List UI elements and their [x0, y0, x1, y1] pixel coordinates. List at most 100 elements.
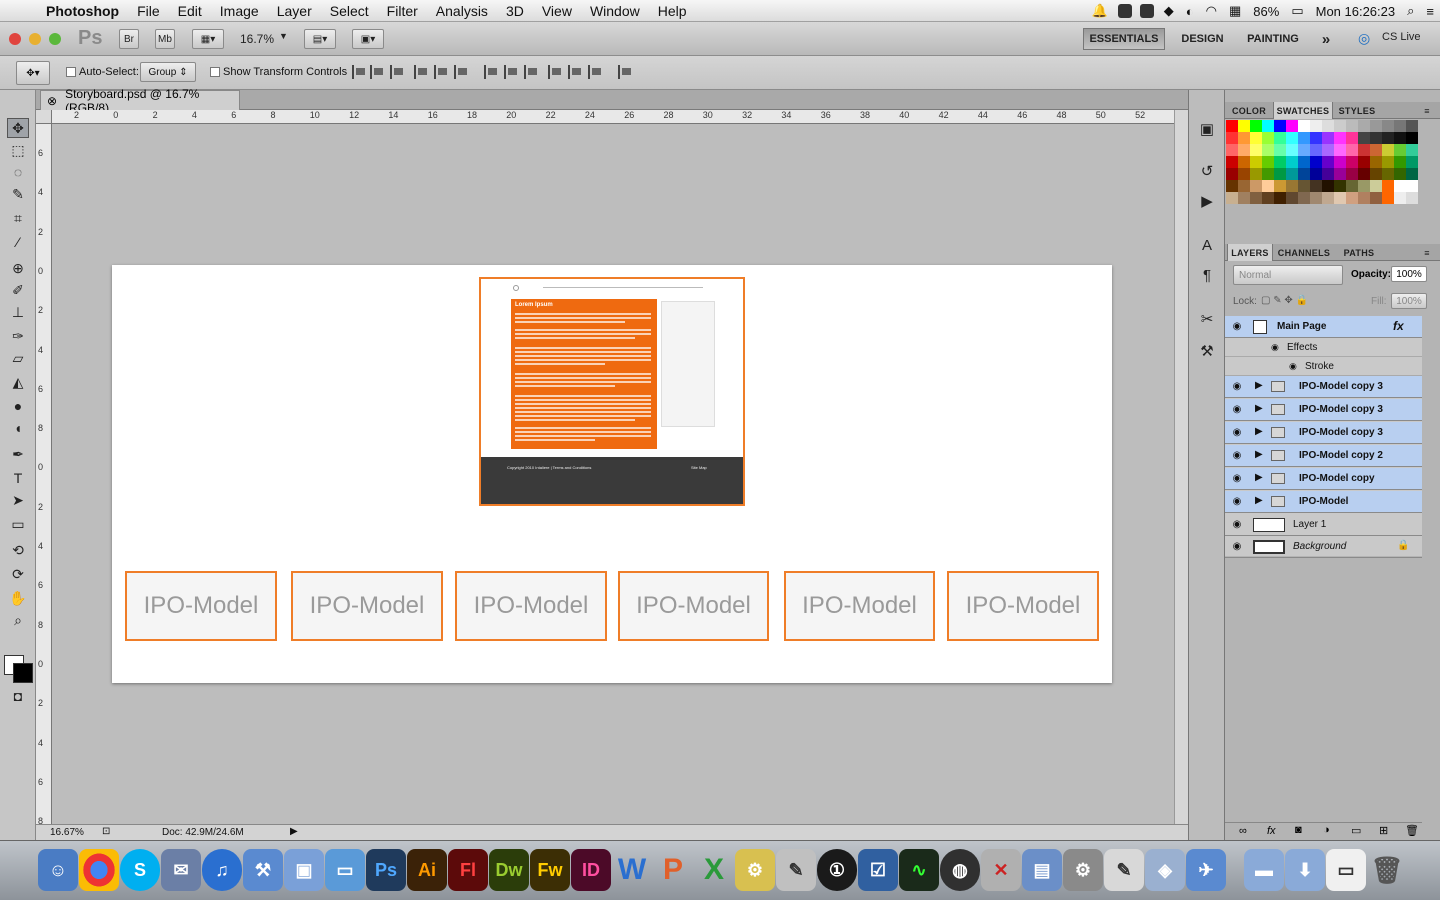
swatch[interactable] [1394, 132, 1406, 144]
align-hcenter-icon[interactable] [434, 65, 448, 79]
status-icon[interactable]: ⊡ [102, 826, 110, 837]
swatch[interactable] [1322, 120, 1334, 132]
new-group-icon[interactable]: ▭ [1351, 824, 1361, 837]
character-panel-icon[interactable]: A [1198, 236, 1216, 254]
expand-arrow-icon[interactable]: ▶ [1255, 403, 1263, 414]
document-canvas[interactable]: Lorem Ipsum Copyright 2010 Intaliere | T… [112, 265, 1112, 683]
healing-brush-tool-icon[interactable]: ⊕ [7, 258, 29, 278]
layer-row[interactable]: ◉ Background 🔒 [1225, 536, 1422, 558]
align-left-icon[interactable] [414, 65, 428, 79]
swatch[interactable] [1274, 156, 1286, 168]
swatch[interactable] [1334, 156, 1346, 168]
swatch[interactable] [1394, 144, 1406, 156]
menu-image[interactable]: Image [211, 3, 268, 19]
swatch[interactable] [1262, 192, 1274, 204]
visibility-eye-icon[interactable]: ◉ [1230, 519, 1244, 531]
swatch[interactable] [1298, 132, 1310, 144]
fx-icon[interactable]: fx [1393, 319, 1404, 333]
align-bottom-icon[interactable] [390, 65, 404, 79]
swatch[interactable] [1358, 144, 1370, 156]
opacity-input[interactable]: 100% [1391, 266, 1427, 282]
swatch[interactable] [1358, 192, 1370, 204]
layer-group-row[interactable]: ◉ ▶ IPO-Model copy 3 [1225, 376, 1422, 398]
crop-tool-icon[interactable]: ⌗ [7, 208, 29, 228]
delete-layer-icon[interactable]: 🗑 [1405, 824, 1419, 837]
add-mask-icon[interactable]: ◙ [1295, 824, 1302, 836]
expand-arrow-icon[interactable]: ▶ [1255, 472, 1263, 483]
swatch[interactable] [1262, 120, 1274, 132]
swatch[interactable] [1406, 192, 1418, 204]
swatch[interactable] [1358, 156, 1370, 168]
status-icon[interactable] [1139, 4, 1154, 18]
swatch[interactable] [1394, 168, 1406, 180]
xcode-icon[interactable]: ⚒ [243, 849, 283, 891]
close-tab-icon[interactable]: ⊗ [47, 94, 57, 108]
swatch[interactable] [1370, 156, 1382, 168]
preview-icon[interactable]: ▤ [1022, 849, 1062, 891]
distribute-vcenter-icon[interactable] [504, 65, 518, 79]
photoshop-icon[interactable]: Ps [366, 849, 406, 891]
swatch[interactable] [1394, 192, 1406, 204]
visibility-eye-icon[interactable]: ◉ [1230, 404, 1244, 416]
swatch[interactable] [1250, 192, 1262, 204]
tab-color[interactable]: COLOR [1227, 102, 1271, 119]
marquee-tool-icon[interactable]: ⬚ [7, 140, 29, 160]
swatch[interactable] [1238, 144, 1250, 156]
layer-group-row[interactable]: ◉ ▶ IPO-Model copy 3 [1225, 422, 1422, 444]
swatch[interactable] [1274, 144, 1286, 156]
swatch[interactable] [1310, 156, 1322, 168]
swatch[interactable] [1310, 144, 1322, 156]
view-extras-button[interactable]: ▦▾ [192, 29, 224, 49]
swatch[interactable] [1286, 120, 1298, 132]
zoom-tool-icon[interactable]: ⌕ [7, 610, 29, 630]
link-layers-icon[interactable]: ∞ [1239, 825, 1247, 837]
adjustment-layer-icon[interactable]: ◑ [1323, 824, 1330, 836]
distribute-right-icon[interactable] [588, 65, 602, 79]
visibility-eye-icon[interactable]: ◉ [1230, 427, 1244, 439]
swatch[interactable] [1250, 132, 1262, 144]
swatch[interactable] [1286, 156, 1298, 168]
swatch[interactable] [1298, 168, 1310, 180]
swatch[interactable] [1406, 144, 1418, 156]
dropbox-icon[interactable]: ◆ [1158, 3, 1180, 19]
visibility-eye-icon[interactable]: ◉ [1230, 541, 1244, 553]
swatch[interactable] [1226, 132, 1238, 144]
swatch[interactable] [1262, 180, 1274, 192]
panel-menu-icon[interactable]: ≡ [1417, 102, 1437, 119]
add-style-icon[interactable]: fx [1267, 825, 1276, 837]
stack-icon[interactable]: ✈ [1186, 849, 1226, 891]
system-preferences-icon[interactable]: ⚙ [1063, 849, 1103, 891]
swatch[interactable] [1370, 132, 1382, 144]
swatch[interactable] [1370, 120, 1382, 132]
swatch[interactable] [1310, 120, 1322, 132]
background-color-swatch[interactable] [13, 663, 33, 683]
keynote-icon[interactable]: ▭ [325, 849, 365, 891]
align-top-icon[interactable] [352, 65, 366, 79]
eyedropper-tool-icon[interactable]: ⁄ [7, 232, 29, 252]
menu-help[interactable]: Help [649, 3, 696, 19]
distribute-top-icon[interactable] [484, 65, 498, 79]
tab-layers[interactable]: LAYERS [1227, 244, 1273, 261]
textedit-icon[interactable]: ✎ [1104, 849, 1144, 891]
swatch[interactable] [1406, 120, 1418, 132]
swatch[interactable] [1250, 168, 1262, 180]
align-vcenter-icon[interactable] [370, 65, 384, 79]
bell-icon[interactable]: 🔔 [1086, 3, 1114, 19]
swatch[interactable] [1262, 156, 1274, 168]
status-menu-arrow-icon[interactable]: ▶ [290, 826, 298, 837]
clone-stamp-tool-icon[interactable]: ⊥ [7, 302, 29, 322]
layer-effects-row[interactable]: ◉ Effects [1225, 338, 1422, 357]
close-window-button[interactable] [9, 33, 21, 45]
new-layer-icon[interactable]: ⊞ [1379, 824, 1388, 837]
excel-icon[interactable]: X [694, 849, 734, 891]
blur-tool-icon[interactable]: ● [7, 396, 29, 416]
layer-group-row[interactable]: ◉ ▶ IPO-Model copy 2 [1225, 445, 1422, 467]
swatch[interactable] [1394, 156, 1406, 168]
swatch[interactable] [1346, 156, 1358, 168]
tab-styles[interactable]: STYLES [1335, 102, 1379, 119]
swatch[interactable] [1250, 120, 1262, 132]
swatch[interactable] [1250, 156, 1262, 168]
illustrator-icon[interactable]: Ai [407, 849, 447, 891]
documents-stack-icon[interactable]: ▭ [1326, 849, 1366, 891]
swatch[interactable] [1274, 120, 1286, 132]
